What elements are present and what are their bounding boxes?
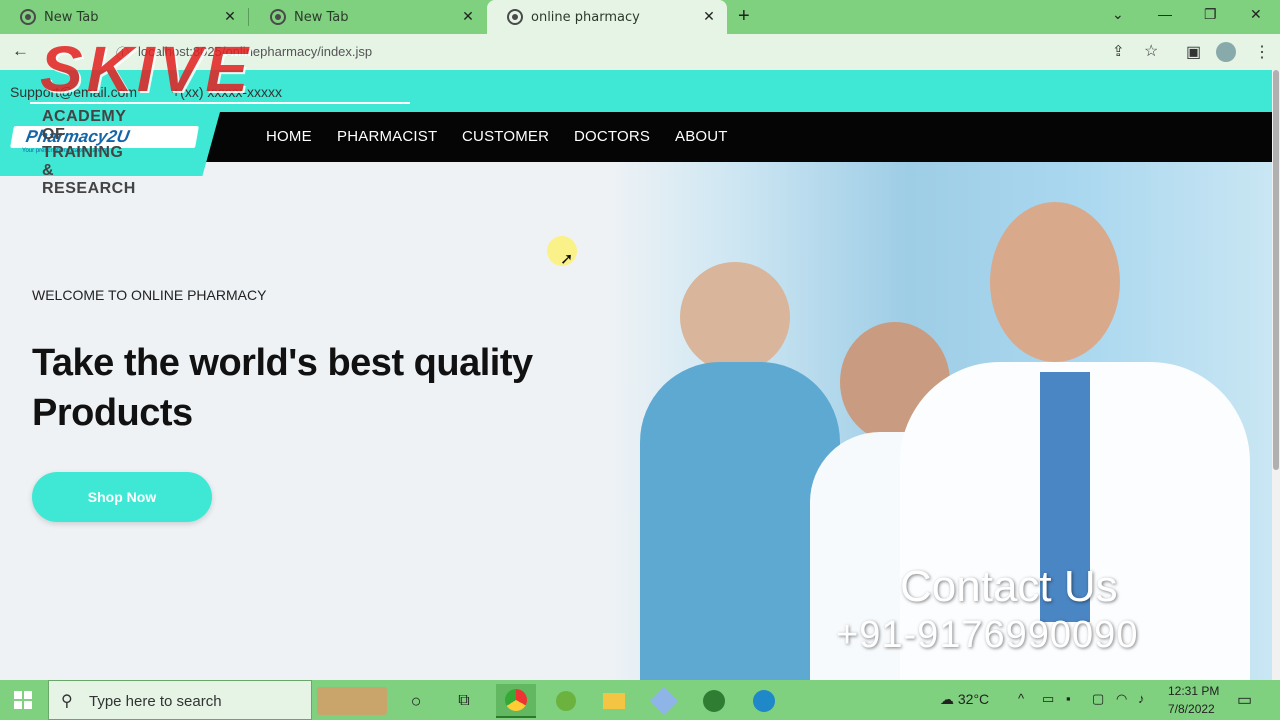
mouse-cursor-icon: ➚ xyxy=(560,251,574,268)
chevron-up-icon[interactable]: ^ xyxy=(1018,691,1024,706)
browser-tab-active[interactable]: online pharmacy ✕ xyxy=(487,0,727,34)
doctor-figure xyxy=(680,262,790,372)
tab-divider xyxy=(248,8,249,26)
windows-start-icon[interactable] xyxy=(14,691,32,709)
task-view-icon[interactable]: ⧉ xyxy=(444,684,484,718)
welcome-text: WELCOME TO ONLINE PHARMACY xyxy=(32,287,267,303)
star-icon[interactable]: ☆ xyxy=(1144,41,1158,61)
contact-phone: +91-9176990090 xyxy=(836,614,1139,656)
chrome-icon xyxy=(270,9,286,25)
file-explorer-icon[interactable] xyxy=(594,684,634,718)
search-icon: ⚲ xyxy=(61,693,73,710)
close-tab-icon[interactable]: ✕ xyxy=(701,9,717,25)
browser-tab[interactable]: New Tab ✕ xyxy=(0,0,248,34)
side-panel-icon[interactable]: ▣ xyxy=(1186,42,1201,62)
nav-customer[interactable]: CUSTOMER xyxy=(462,128,549,145)
doctor-figure xyxy=(990,202,1120,362)
cortana-icon[interactable]: ○ xyxy=(396,684,436,718)
minimize-button[interactable]: — xyxy=(1158,6,1172,22)
weather-temp: 32°C xyxy=(957,691,990,707)
tab-label: New Tab xyxy=(294,9,349,25)
meet-icon[interactable]: ▢ xyxy=(1092,691,1104,707)
wifi-icon[interactable]: ◠ xyxy=(1116,691,1127,707)
scrollbar[interactable] xyxy=(1272,70,1280,680)
back-arrow-icon[interactable]: ← xyxy=(12,41,29,61)
search-placeholder: Type here to search xyxy=(89,693,222,710)
notification-icon[interactable]: ▭ xyxy=(1237,690,1252,710)
close-window-button[interactable]: ✕ xyxy=(1250,6,1262,23)
web-page: Support@email.com +(xx) xxxxx-xxxxx Phar… xyxy=(0,70,1272,680)
chrome-icon xyxy=(20,9,36,25)
taskbar-search-box[interactable]: ⚲ Type here to search xyxy=(48,680,387,720)
search-highlight-icon[interactable] xyxy=(317,687,387,715)
heidisql-icon[interactable] xyxy=(694,684,734,718)
weather-widget[interactable]: ☁ 32°C xyxy=(940,691,989,708)
chevron-down-icon[interactable]: ⌄ xyxy=(1112,6,1124,23)
nav-about[interactable]: ABOUT xyxy=(675,128,728,145)
share-icon[interactable]: ⇪ xyxy=(1112,42,1125,60)
edge-icon[interactable] xyxy=(744,684,784,718)
browser-tab-strip: New Tab ✕ New Tab ✕ online pharmacy ✕ + … xyxy=(0,0,1280,34)
watermark-title: SKIVE xyxy=(40,33,253,105)
new-tab-button[interactable]: + xyxy=(738,5,750,28)
volume-icon[interactable]: ♪ xyxy=(1138,691,1145,706)
chrome-taskbar-icon[interactable] xyxy=(496,684,536,718)
watermark-divider xyxy=(30,102,410,104)
close-tab-icon[interactable]: ✕ xyxy=(460,9,476,25)
menu-icon[interactable]: ⋮ xyxy=(1254,42,1270,62)
nav-doctors[interactable]: DOCTORS xyxy=(574,128,650,145)
restore-button[interactable]: ❐ xyxy=(1204,6,1217,23)
address-bar[interactable]: ⓘ localhost:8025/onlinepharmacy/index.js… xyxy=(104,39,1184,65)
scrollbar-thumb[interactable] xyxy=(1273,70,1279,470)
globe-icon xyxy=(507,9,523,25)
nav-home[interactable]: HOME xyxy=(266,128,312,145)
contact-title: Contact Us xyxy=(900,562,1118,611)
cloud-icon: ☁ xyxy=(940,691,954,707)
clock-time[interactable]: 12:31 PM xyxy=(1168,684,1219,698)
browser-tab[interactable]: New Tab ✕ xyxy=(250,0,486,34)
shop-now-button[interactable]: Shop Now xyxy=(32,472,212,522)
avatar[interactable] xyxy=(1216,42,1236,62)
app-tray-icon[interactable]: ▪ xyxy=(1066,691,1071,706)
tab-label: New Tab xyxy=(44,9,99,25)
battery-icon[interactable]: ▭ xyxy=(1042,691,1054,707)
3d-box-icon[interactable] xyxy=(644,684,684,718)
windows-taskbar: ⚲ Type here to search ○ ⧉ ☁ 32°C ^ ▭ ▪ ▢… xyxy=(0,680,1280,720)
tab-label: online pharmacy xyxy=(531,9,640,25)
watermark-subtitle: ACADEMY OF TRAINING & RESEARCH xyxy=(42,108,136,197)
close-tab-icon[interactable]: ✕ xyxy=(222,9,238,25)
spring-tool-icon[interactable] xyxy=(546,684,586,718)
clock-date[interactable]: 7/8/2022 xyxy=(1168,702,1215,716)
hero-headline: Take the world's best quality Products xyxy=(32,342,533,434)
nav-pharmacist[interactable]: PHARMACIST xyxy=(337,128,437,145)
